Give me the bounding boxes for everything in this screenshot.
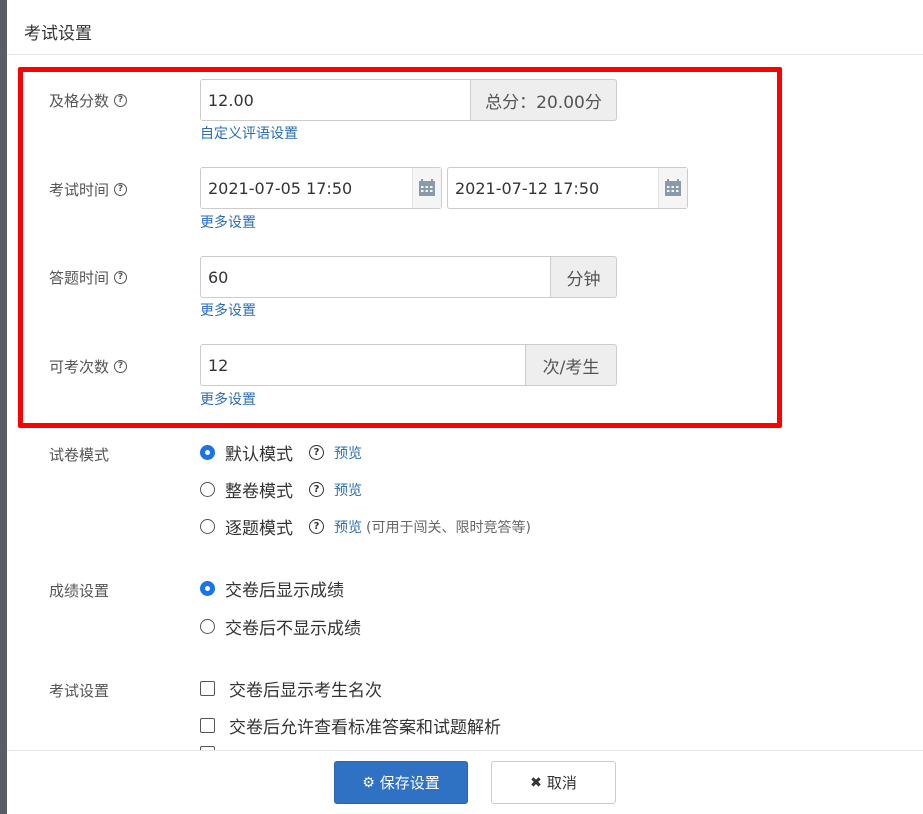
score-setting-label: 成绩设置 xyxy=(49,582,110,600)
question-circle-icon[interactable]: ? xyxy=(309,482,324,497)
paper-mode-label: 试卷模式 xyxy=(49,446,110,464)
close-icon: ✖ xyxy=(530,774,542,791)
question-circle-icon[interactable]: ? xyxy=(309,445,324,460)
mode-note: (可用于闯关、限时竞答等) xyxy=(366,519,531,536)
radio-label: 默认模式 xyxy=(225,445,293,465)
preview-link[interactable]: 预览 xyxy=(334,517,362,537)
radio-button[interactable] xyxy=(200,482,215,497)
save-settings-button[interactable]: ⚙ 保存设置 xyxy=(334,761,468,804)
radio-label: 整卷模式 xyxy=(225,482,293,502)
cancel-label: 取消 xyxy=(546,774,577,792)
gear-icon: ⚙ xyxy=(362,774,375,791)
score-show-option[interactable]: 交卷后显示成绩 xyxy=(200,576,344,601)
exam-settings-modal: 考试设置 及格分数 ? 12.00 总分：20.00分 自定义评语设置 考试时间… xyxy=(7,0,923,814)
checkbox-label: 交卷后显示考生名次 xyxy=(229,681,382,701)
modal-footer: ⚙ 保存设置 ✖ 取消 xyxy=(7,750,923,814)
checkbox[interactable] xyxy=(200,681,215,696)
modal-title: 考试设置 xyxy=(24,24,92,44)
save-label: 保存设置 xyxy=(379,774,440,792)
show-answers-option[interactable]: 交卷后允许查看标准答案和试题解析 xyxy=(200,713,501,738)
radio-button[interactable] xyxy=(200,519,215,534)
show-rank-option[interactable]: 交卷后显示考生名次 xyxy=(200,676,382,701)
radio-label: 交卷后显示成绩 xyxy=(225,581,344,601)
preview-link[interactable]: 预览 xyxy=(334,480,362,500)
checkbox[interactable] xyxy=(200,718,215,733)
score-hide-option[interactable]: 交卷后不显示成绩 xyxy=(200,614,361,639)
radio-label: 交卷后不显示成绩 xyxy=(225,619,361,639)
highlight-box xyxy=(18,67,782,428)
exam-setting-label: 考试设置 xyxy=(49,682,110,700)
radio-button[interactable] xyxy=(200,445,215,460)
cancel-button[interactable]: ✖ 取消 xyxy=(491,761,616,804)
paper-mode-single[interactable]: 逐题模式 ? 预览 (可用于闯关、限时竞答等) xyxy=(200,514,531,539)
checkbox-label: 交卷后允许查看标准答案和试题解析 xyxy=(229,718,501,738)
question-circle-icon[interactable]: ? xyxy=(309,519,324,534)
paper-mode-full[interactable]: 整卷模式 ? 预览 xyxy=(200,477,362,502)
preview-link[interactable]: 预览 xyxy=(334,443,362,463)
radio-button[interactable] xyxy=(200,619,215,634)
radio-label: 逐题模式 xyxy=(225,519,293,539)
radio-button[interactable] xyxy=(200,581,215,596)
paper-mode-default[interactable]: 默认模式 ? 预览 xyxy=(200,440,362,465)
modal-header: 考试设置 xyxy=(7,0,923,55)
